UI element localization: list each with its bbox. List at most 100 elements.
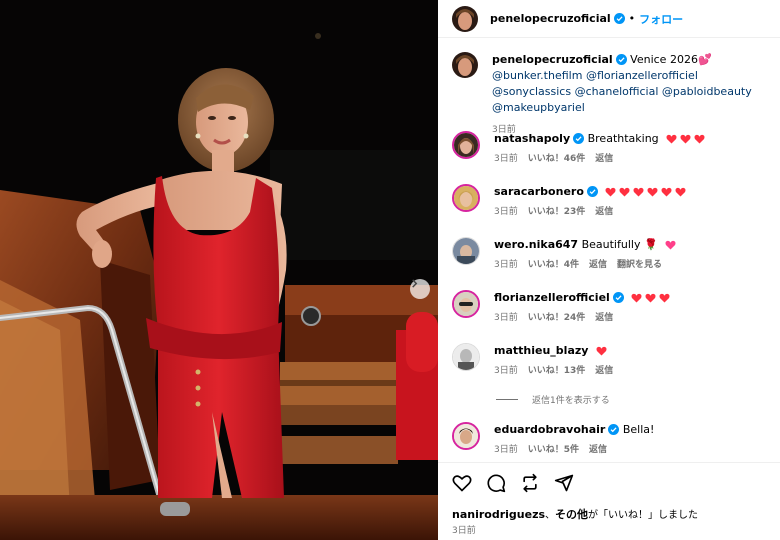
comment-username[interactable]: eduardobravohair — [494, 423, 605, 436]
comment-username[interactable]: natashapoly — [494, 132, 570, 145]
liked-by-suffix: が「いいね！」しました — [588, 510, 699, 521]
view-replies-label: 返信1件を表示する — [532, 396, 610, 406]
replies-divider — [496, 399, 518, 400]
post-time: 3日前 — [452, 526, 476, 536]
verified-badge-icon — [613, 13, 625, 24]
comment-likes[interactable]: いいね！5件 — [528, 442, 579, 458]
heart-emoji-icon — [665, 240, 676, 250]
header-username[interactable]: penelopecruzoficial — [490, 12, 611, 25]
verified-badge-icon — [608, 424, 620, 435]
post-viewer: penelopecruzoficial • フォロー penelopecruzo… — [0, 0, 780, 540]
comment-time: 3日前 — [494, 313, 518, 323]
caption-text: Venice 2026 — [630, 53, 698, 66]
avatar[interactable] — [452, 131, 480, 159]
comment-item: natashapoly Breathtaking 3日前 いいね！46件 返信 — [452, 131, 770, 167]
post-actions: nanirodriguezs、その他が「いいね！」しました 3日前 — [438, 462, 780, 540]
mention-link[interactable]: @florianzellerofficiel — [586, 69, 698, 82]
heart-outline-icon[interactable] — [452, 473, 472, 493]
translate-button[interactable]: 翻訳を見る — [617, 257, 662, 273]
liked-by: nanirodriguezs、その他が「いいね！」しました — [452, 506, 698, 522]
heart-emojis — [605, 187, 686, 197]
comment-text: Beautifully 🌹 — [581, 238, 658, 251]
comment-text: Bella! — [622, 423, 655, 436]
heart-emoji-icon — [631, 293, 642, 303]
heart-emoji-icon — [645, 293, 656, 303]
verified-badge-icon — [615, 54, 627, 65]
reply-button[interactable]: 返信 — [595, 151, 613, 167]
comment-likes[interactable]: いいね！13件 — [528, 363, 586, 379]
heart-emoji-icon — [694, 134, 705, 144]
heart-emoji-icon — [605, 187, 616, 197]
heart-emoji-icon — [661, 187, 672, 197]
comment-likes[interactable]: いいね！23件 — [528, 204, 586, 220]
comment-item: eduardobravohair Bella! 3日前 いいね！5件 返信 — [452, 422, 770, 458]
heart-sparkle-emoji: 💕 — [697, 53, 712, 66]
heart-emojis — [596, 346, 607, 356]
header-separator: • — [628, 12, 636, 25]
comment-time: 3日前 — [494, 207, 518, 217]
follow-button[interactable]: フォロー — [639, 11, 683, 27]
heart-emojis — [665, 240, 676, 250]
comment-item: saracarbonero 3日前 いいね！23件 返信 — [452, 184, 770, 220]
liked-by-others[interactable]: その他 — [555, 508, 588, 521]
avatar[interactable] — [452, 5, 478, 32]
comment-item: florianzellerofficiel 3日前 いいね！24件 返信 — [452, 290, 770, 326]
next-image-button[interactable] — [410, 279, 430, 299]
liked-by-connector: 、 — [545, 510, 556, 521]
paper-plane-icon[interactable] — [554, 473, 574, 493]
reply-button[interactable]: 返信 — [589, 257, 607, 273]
heart-emoji-icon — [666, 134, 677, 144]
mention-link[interactable]: @pabloidbeauty — [662, 85, 752, 98]
mention-link[interactable]: @chanelofficial — [575, 85, 659, 98]
heart-emoji-icon — [675, 187, 686, 197]
reply-button[interactable]: 返信 — [595, 310, 613, 326]
heart-emojis — [631, 293, 670, 303]
verified-badge-icon — [573, 133, 585, 144]
reply-button[interactable]: 返信 — [595, 204, 613, 220]
post-header: penelopecruzoficial • フォロー — [438, 0, 780, 38]
verified-badge-icon — [586, 186, 598, 197]
liked-by-user[interactable]: nanirodriguezs — [452, 508, 545, 521]
comment-likes[interactable]: いいね！24件 — [528, 310, 586, 326]
comment-time: 3日前 — [494, 154, 518, 164]
comment-likes[interactable]: いいね！4件 — [528, 257, 579, 273]
verified-badge-icon — [612, 292, 624, 303]
avatar[interactable] — [452, 422, 480, 450]
photo-illustration — [0, 0, 438, 540]
comment-username[interactable]: saracarbonero — [494, 185, 584, 198]
chevron-right-icon — [412, 279, 418, 288]
caption-username[interactable]: penelopecruzoficial — [492, 53, 613, 66]
mention-link[interactable]: @bunker.thefilm — [492, 69, 582, 82]
avatar[interactable] — [452, 184, 480, 212]
repost-icon[interactable] — [520, 473, 540, 493]
heart-emoji-icon — [596, 346, 607, 356]
comment-time: 3日前 — [494, 366, 518, 376]
avatar[interactable] — [452, 343, 480, 371]
post-caption: penelopecruzoficial Venice 2026💕 @bunker… — [452, 52, 770, 138]
avatar[interactable] — [452, 290, 480, 318]
heart-emoji-icon — [659, 293, 670, 303]
post-photo — [0, 0, 438, 540]
comment-item: matthieu_blazy 3日前 いいね！13件 返信 — [452, 343, 770, 379]
comment-time: 3日前 — [494, 445, 518, 455]
heart-emoji-icon — [647, 187, 658, 197]
comment-time: 3日前 — [494, 260, 518, 270]
reply-button[interactable]: 返信 — [595, 363, 613, 379]
comment-username[interactable]: matthieu_blazy — [494, 344, 588, 357]
comment-likes[interactable]: いいね！46件 — [528, 151, 586, 167]
mention-link[interactable]: @sonyclassics — [492, 85, 571, 98]
view-replies-button[interactable]: 返信1件を表示する — [496, 393, 610, 406]
heart-emoji-icon — [619, 187, 630, 197]
comment-item: wero.nika647 Beautifully 🌹 3日前 いいね！4件 返信… — [452, 237, 770, 273]
heart-emoji-icon — [680, 134, 691, 144]
comment-text: Breathtaking — [587, 132, 659, 145]
reply-button[interactable]: 返信 — [589, 442, 607, 458]
mention-link[interactable]: @makeupbyariel — [492, 101, 585, 114]
heart-emoji-icon — [633, 187, 644, 197]
avatar[interactable] — [452, 237, 480, 265]
post-side-panel: penelopecruzoficial • フォロー penelopecruzo… — [438, 0, 780, 540]
comment-bubble-icon[interactable] — [486, 473, 506, 493]
avatar[interactable] — [452, 52, 478, 78]
comment-username[interactable]: florianzellerofficiel — [494, 291, 610, 304]
comment-username[interactable]: wero.nika647 — [494, 238, 578, 251]
